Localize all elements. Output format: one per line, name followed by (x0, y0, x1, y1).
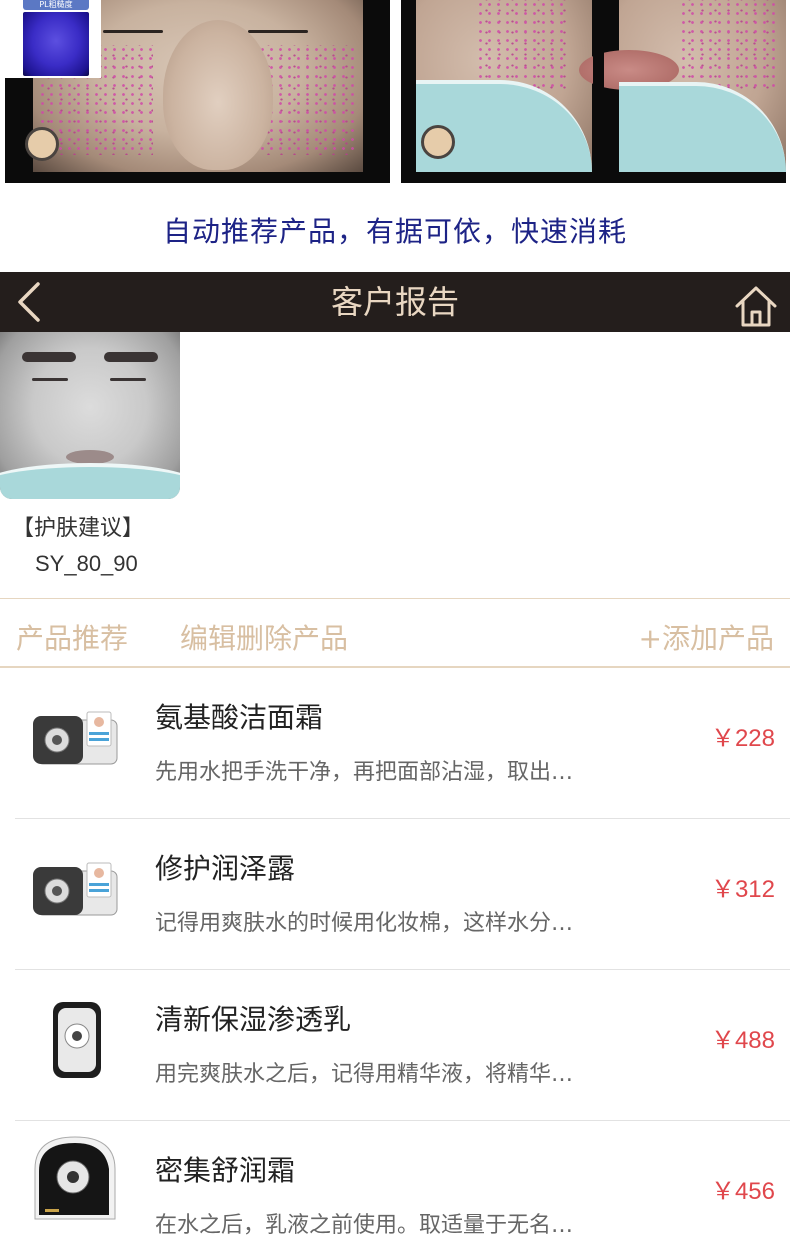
product-price: ￥312 (710, 876, 775, 903)
skin-tone-swatch (25, 127, 59, 161)
customer-photo[interactable] (0, 332, 180, 499)
tab-edit-delete-product[interactable]: 编辑删除产品 (180, 617, 348, 657)
skin-analyzer-device-icon (53, 1002, 101, 1078)
product-name: 氨基酸洁面霜 (155, 701, 324, 734)
product-item[interactable]: 修护润泽露 记得用爽肤水的时候用化妆棉，这样水分… ￥312 (0, 819, 790, 970)
product-description: 在水之后，乳液之前使用。取适量于无名… (155, 1213, 574, 1238)
product-item[interactable]: 清新保湿渗透乳 用完爽肤水之后，记得用精华液，将精华… ￥488 (0, 970, 790, 1121)
product-tabs: 产品推荐 编辑删除产品 +添加产品 (0, 598, 790, 668)
uv-face-image (23, 12, 89, 76)
product-name: 密集舒润霜 (155, 1154, 296, 1187)
product-price: ￥228 (710, 725, 775, 752)
skin-analyzer-device-icon (33, 862, 118, 916)
title-bar: 客户报告 (0, 272, 790, 332)
product-description: 记得用爽肤水的时候用化妆棉，这样水分… (155, 911, 574, 936)
product-description: 用完爽肤水之后，记得用精华液，将精华… (155, 1062, 574, 1087)
product-name: 修护润泽露 (155, 852, 296, 885)
product-price: ￥488 (710, 1027, 775, 1054)
advice-code: SY_80_90 (35, 551, 138, 576)
product-price: ￥456 (710, 1178, 775, 1205)
product-name: 清新保湿渗透乳 (155, 1003, 352, 1036)
advice-title: 【护肤建议】 (12, 516, 145, 541)
home-icon (735, 286, 777, 327)
promo-caption: 自动推荐产品，有据可依，快速消耗 (162, 215, 627, 248)
cheek-image-right (579, 0, 786, 172)
product-item[interactable]: 氨基酸洁面霜 先用水把手洗干净，再把面部沾湿，取出… ￥228 (0, 668, 790, 819)
add-product-button[interactable]: +添加产品 (639, 617, 774, 657)
tab-product-recommend[interactable]: 产品推荐 (16, 617, 128, 657)
uv-thumbnail[interactable]: PL粗糙度 (5, 0, 101, 78)
skin-analyzer-device-icon (33, 711, 118, 765)
uv-thumbnail-label: PL粗糙度 (23, 0, 89, 10)
skin-tone-swatch (421, 125, 455, 159)
skin-analyzer-device-icon (34, 1136, 116, 1220)
skin-analysis-photo-right (401, 0, 786, 183)
promo-banner: PL粗糙度 自动推荐产品，有据可依，快速消耗 (0, 0, 790, 272)
product-list: 氨基酸洁面霜 先用水把手洗干净，再把面部沾湿，取出… ￥228 修护润泽露 记得… (0, 668, 790, 1250)
page-title: 客户报告 (330, 283, 459, 321)
product-description: 先用水把手洗干净，再把面部沾湿，取出… (155, 760, 574, 785)
product-item[interactable]: 密集舒润霜 在水之后，乳液之前使用。取适量于无名… ￥456 (0, 1121, 790, 1250)
home-button[interactable] (734, 284, 778, 328)
